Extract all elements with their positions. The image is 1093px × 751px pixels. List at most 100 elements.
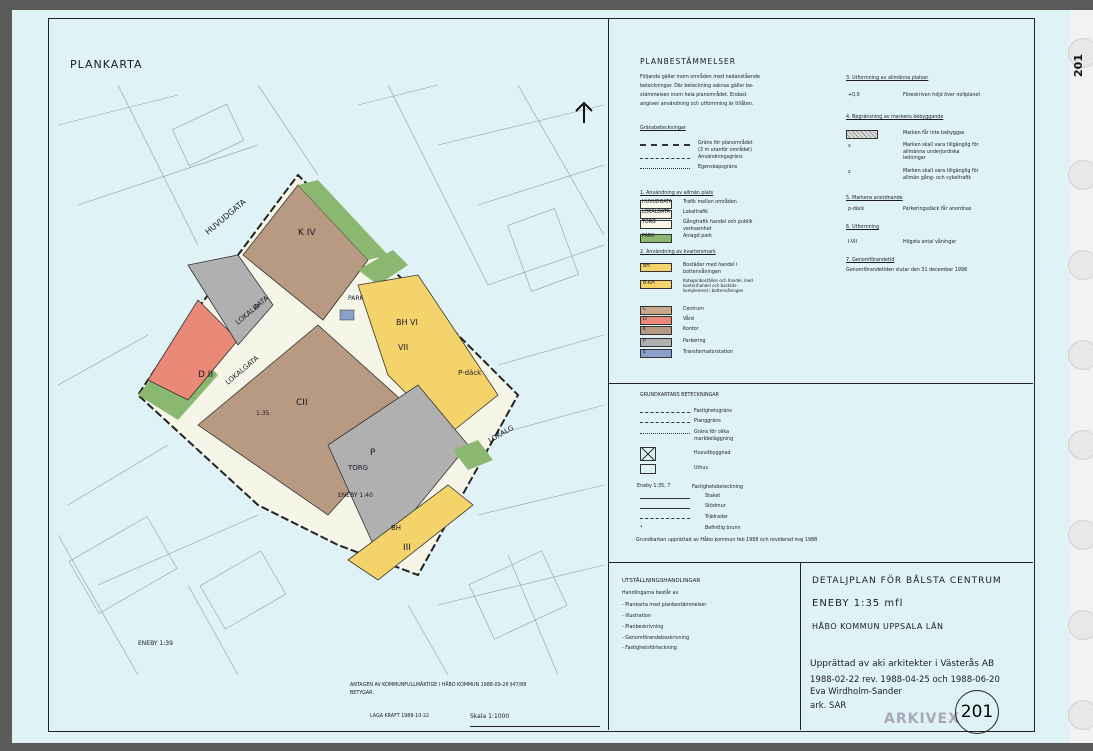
exhibition-intro: Handlingarna består av (622, 591, 679, 596)
punch-hole (1068, 340, 1093, 370)
legend-text: Bostäder med handel i bottenvåningen (683, 263, 738, 275)
legend-text: Anlagd park (683, 234, 712, 239)
code: HUVUDGATA (642, 200, 673, 205)
legend-text: Genomförandetiden slutar den 31 december… (846, 268, 967, 273)
legend-text: Användningsgräns (698, 155, 743, 160)
adoption-line: LAGA KRAFT 1988-10-22 (370, 714, 430, 719)
binder-tab: 201 (1068, 10, 1093, 743)
section-title: 6. Utformning (846, 225, 880, 230)
section-title: 5. Markens anordnande (846, 196, 903, 201)
legend-text: Gräns för olika markbeläggning (694, 430, 734, 442)
legend-text: Stödmur (705, 504, 726, 509)
code: z (848, 170, 851, 175)
code: TORG (642, 220, 656, 225)
map-label: TORG (347, 464, 368, 472)
divider (608, 18, 609, 730)
arkivex-logo: ARKIVEX (884, 711, 960, 727)
legend-text: Marken skall vara tillgänglig för allmän… (903, 169, 979, 181)
legend-text: Föreskriven höjd över nollplanet (903, 93, 981, 98)
legend-intro: angiven användning och utformning är til… (640, 102, 754, 107)
code: K (643, 327, 647, 332)
punch-hole (1068, 520, 1093, 550)
document-item: - Fastighetsförteckning (622, 646, 677, 651)
legend-text: Kontor (683, 327, 699, 332)
section-title: 7. Genomförandetid (846, 258, 895, 263)
legend-text: Befintlig brunn (705, 526, 741, 531)
legend-text: Gångtrafik handel och publik verksamhet (683, 220, 753, 232)
adoption-line: ANTAGEN AV KOMMUNFULLMÄKTIGE I HÅBO KOMM… (350, 683, 527, 688)
legend-intro: stämmelsen inom hela planområdet. Endast (640, 93, 747, 98)
legend-text: Gräns för planområdet (3 m utanför områd… (698, 141, 753, 153)
legend-intro: Följande gäller inom områden med nedanst… (640, 75, 760, 80)
code: P (643, 339, 646, 344)
legend-text: Vård (683, 317, 694, 322)
adoption-line: BETYGAR: (350, 691, 374, 696)
divider (608, 383, 1033, 384)
architect-title: ark. SAR (810, 701, 847, 711)
legend-text: Egenskapsgräns (698, 165, 738, 170)
legend-text: Lokaltrafik (683, 210, 709, 215)
plan-dates: 1988-02-22 rev. 1988-04-25 och 1988-06-2… (810, 675, 1000, 685)
page-number: 201 (1072, 54, 1085, 77)
legend-text: Planggräns (694, 419, 721, 424)
legend-text: Högsta antal våningar (903, 240, 957, 245)
boundary-symbol (640, 168, 690, 169)
legend-text: Staket (705, 494, 721, 499)
prepared-by: Upprättad av aki arkitekter i Västerås A… (810, 659, 995, 669)
code: p-däck (848, 207, 865, 212)
legend-text: Uthus (694, 466, 708, 471)
map-label: 1:35 (256, 410, 270, 417)
section-title: 2. Användning av kvartersmark (640, 250, 716, 255)
document-item: - Plankarta med planbestämmelser (622, 603, 707, 608)
code: E (643, 350, 647, 355)
base-map-footer: Grundkartan upprättad av Håbo kommun feb… (636, 538, 818, 543)
code: +0,0 (848, 93, 860, 98)
scale-text: Skala 1:1000 (470, 713, 510, 720)
section-title: 1. Användning av allmän plats (640, 191, 714, 196)
municipality: HÅBO KOMMUN UPPSALA LÄN (812, 622, 944, 631)
divider (800, 562, 801, 730)
map-title: PLANKARTA (70, 58, 143, 71)
plan-title: DETALJPLAN FÖR BÅLSTA CENTRUM (812, 576, 1002, 586)
sheet-number: 201 (955, 690, 999, 734)
plan-area: ENEBY 1:35 mfl (812, 598, 904, 609)
legend-text: Trädrader (705, 515, 729, 520)
legend-text: Marken skall vara tillgänglig för allmän… (903, 143, 979, 162)
map-label: III (403, 543, 411, 553)
north-arrow-icon (575, 101, 593, 123)
map-label: BH VI (396, 318, 418, 327)
section-title: Gränsbeteckningar (640, 126, 686, 131)
map-label: BH (391, 524, 401, 532)
document-item: - Illustration (622, 614, 651, 619)
punch-hole (1068, 160, 1093, 190)
map-label: VII (398, 343, 408, 352)
code: BH (643, 264, 650, 269)
legend-text: Parkeringsdäck får anordnas (903, 207, 972, 212)
legend-text: Parkering (683, 339, 706, 344)
boundary-symbol (640, 158, 690, 159)
map-label: PARK (348, 295, 365, 302)
code: PARK (642, 234, 655, 239)
map-label: P (370, 448, 376, 458)
outbuilding-symbol (640, 464, 656, 474)
legend-text: Fastighetsgräns (694, 409, 732, 414)
code: x (848, 144, 851, 149)
punch-hole (1068, 430, 1093, 460)
code: C (643, 307, 647, 312)
plan-map[interactable]: HUVUDGATA LOKALGATA LOKALGATA TORG K IV … (58, 85, 604, 675)
legend-intro: beteckningar. Där beteckning saknas gäll… (640, 84, 754, 89)
map-label: ENEBY 1:39 (138, 640, 173, 647)
exhibition-title: UTSTÄLLNINGSHANDLINGAR (622, 578, 701, 584)
architect-name: Eva Wirdholm-Sander (810, 687, 903, 697)
punch-hole (1068, 250, 1093, 280)
section-title: 3. Utformning av allmänna platser (846, 76, 929, 81)
divider (608, 562, 1033, 563)
map-label: P-däck (458, 369, 482, 377)
section-title: 4. Begränsning av markens bebyggande (846, 115, 944, 120)
document-item: - Planbeskrivning (622, 625, 664, 630)
map-label: K IV (298, 228, 316, 238)
legend-text: Transformatorstation (683, 350, 734, 355)
document-item: - Genomförandebeskrivning (622, 636, 690, 641)
map-label: HUVUDGATA (204, 197, 249, 236)
code: LOKALGATA (642, 210, 670, 215)
